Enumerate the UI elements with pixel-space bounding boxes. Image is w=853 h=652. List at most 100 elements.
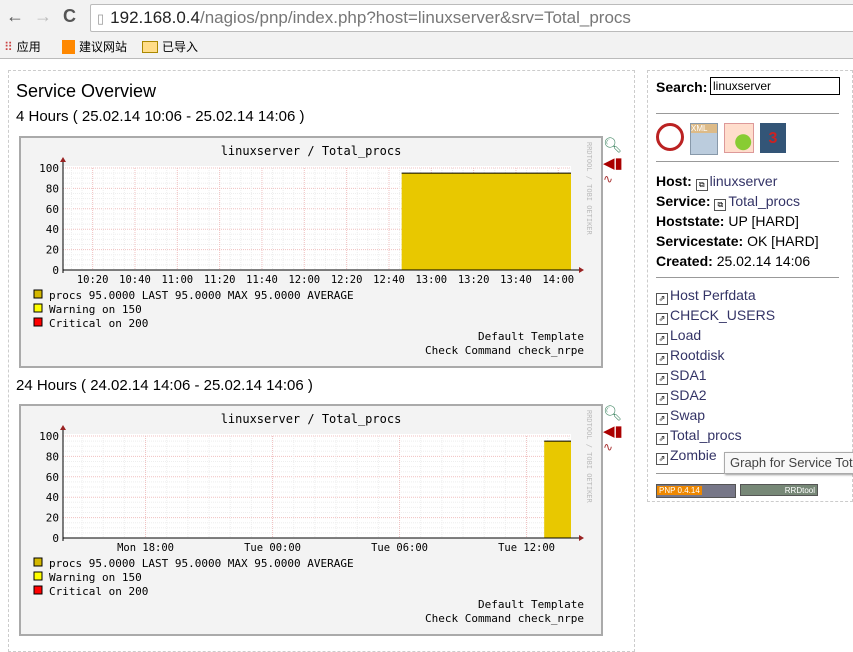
graph-footer: Default Template (478, 598, 584, 611)
service-link[interactable]: Total_procs (670, 427, 742, 443)
service-link[interactable]: Total_procs (728, 193, 800, 209)
x-tick-label: Tue 00:00 (244, 542, 301, 554)
page-title: Service Overview (16, 81, 157, 101)
bookmark-suggested[interactable]: 建议网站 (62, 38, 127, 55)
x-tick-label: 14:00 (542, 274, 574, 286)
graph-actions: 🔍︎ ◀▮ ∿ (603, 404, 625, 454)
graph-footer: Default Template (478, 330, 584, 343)
service-link[interactable]: CHECK_USERS (670, 307, 775, 323)
main-panel: Service Overview 4 Hours ( 25.02.14 10:0… (8, 70, 635, 652)
x-tick-label: 12:20 (331, 274, 363, 286)
legend-swatch (33, 585, 43, 595)
y-tick-label: 80 (46, 182, 59, 195)
bookmark-apps[interactable]: ⠿ 应用 (4, 38, 41, 55)
apps-grid-icon: ⠿ (4, 39, 13, 54)
bookmarks-bar: ⠿ 应用 建议网站 已导入 (0, 34, 853, 59)
y-tick-label: 20 (46, 512, 59, 525)
service-link[interactable]: Load (670, 327, 701, 343)
legend-swatch (33, 571, 43, 581)
y-tick-label: 0 (52, 264, 59, 277)
service-list-item[interactable]: ⇗ CHECK_USERS (656, 307, 775, 325)
sparkline-icon[interactable]: ∿ (603, 172, 625, 186)
sidebar: Search: XML 3 Host: ⧉linuxserver Service… (647, 70, 853, 502)
graph-24-hours[interactable]: linuxserver / Total_procs 0 20 40 60 80 100 Mon… (19, 404, 603, 636)
host-link[interactable]: linuxserver (710, 173, 778, 189)
service-list-item[interactable]: ⇗ SDA1 (656, 367, 707, 385)
period-title: 4 Hours ( 25.02.14 10:06 - 25.02.14 14:0… (16, 108, 305, 125)
external-link-icon: ⇗ (656, 333, 668, 345)
graph-footer: Check Command check_nrpe (425, 612, 584, 625)
legend-swatch (33, 317, 43, 327)
servicestate-value: OK [HARD] (747, 233, 819, 249)
rrdtool-badge[interactable]: RRDtool (740, 484, 818, 496)
x-tick-label: Mon 18:00 (117, 542, 174, 554)
chart-svg: linuxserver / Total_procs 0 20 40 60 80 100 10:… (33, 142, 593, 357)
legend-label: procs 95.0000 LAST 95.0000 MAX 95.0000 A… (49, 289, 354, 302)
service-list-item[interactable]: ⇗ Swap (656, 407, 705, 425)
service-link[interactable]: SDA2 (670, 387, 707, 403)
suggested-sites-icon (62, 39, 75, 54)
service-link[interactable]: Rootdisk (670, 347, 724, 363)
address-bar[interactable]: ▯ 192.168.0.4/nagios/pnp/index.php?host=l… (90, 4, 853, 32)
chart-svg: linuxserver / Total_procs 0 20 40 60 80 100 Mon… (33, 410, 593, 625)
external-link-icon: ⧉ (695, 179, 708, 191)
x-tick-label: 12:00 (288, 274, 320, 286)
bookmark-imported[interactable]: 已导入 (142, 38, 198, 55)
service-list-item[interactable]: ⇗ Rootdisk (656, 347, 724, 365)
chart-icon[interactable] (724, 123, 754, 153)
zoom-icon[interactable]: 🔍︎ (603, 136, 625, 154)
zoom-icon[interactable]: 🔍︎ (603, 404, 625, 422)
external-link-icon: ⇗ (656, 453, 668, 465)
chart-title: linuxserver / Total_procs (221, 144, 402, 158)
graph-4-hours[interactable]: linuxserver / Total_procs 0 20 40 60 80 100 10:… (19, 136, 603, 368)
x-tick-label: 11:00 (161, 274, 193, 286)
alert-horn-icon[interactable]: ◀▮ (603, 422, 625, 440)
legend-label: Warning on 150 (49, 571, 142, 584)
search-input[interactable] (710, 77, 840, 95)
x-tick-label: Tue 06:00 (371, 542, 428, 554)
legend-label: Critical on 200 (49, 317, 148, 330)
pnp-badge[interactable]: PNP 0.4.14 (656, 484, 736, 498)
series-area (401, 173, 571, 270)
x-tick-label: 10:40 (119, 274, 151, 286)
x-tick-label: 11:20 (204, 274, 236, 286)
service-list-item[interactable]: ⇗ Total_procs (656, 427, 742, 445)
x-tick-label: 13:00 (415, 274, 447, 286)
series-area (544, 441, 571, 538)
browser-toolbar: ← → C ▯ 192.168.0.4/nagios/pnp/index.php?… (0, 0, 853, 34)
x-tick-label: 13:20 (458, 274, 490, 286)
y-tick-label: 40 (46, 491, 59, 504)
graph-footer: Check Command check_nrpe (425, 344, 584, 357)
legend-label: procs 95.0000 LAST 95.0000 MAX 95.0000 A… (49, 557, 354, 570)
y-tick-label: 0 (52, 532, 59, 545)
service-list-item[interactable]: ⇗ SDA2 (656, 387, 707, 405)
service-link[interactable]: SDA1 (670, 367, 707, 383)
external-link-icon: ⇗ (656, 373, 668, 385)
legend-swatch (33, 289, 43, 299)
folder-icon (142, 40, 158, 53)
x-tick-label: 13:40 (500, 274, 532, 286)
legend-swatch (33, 303, 43, 313)
pdf-icon[interactable] (656, 123, 684, 151)
back-icon[interactable]: ← (6, 6, 24, 27)
y-tick-label: 100 (39, 162, 59, 175)
y-tick-label: 40 (46, 223, 59, 236)
service-list-item[interactable]: ⇗ Host Perfdata (656, 287, 756, 305)
reload-icon[interactable]: C (63, 6, 76, 27)
y-tick-label: 80 (46, 450, 59, 463)
forward-icon[interactable]: → (34, 6, 52, 27)
service-list-item[interactable]: ⇗ Zombie (656, 447, 717, 465)
calendar-icon[interactable]: 3 (760, 123, 786, 153)
service-link[interactable]: Host Perfdata (670, 287, 756, 303)
sparkline-icon[interactable]: ∿ (603, 440, 625, 454)
y-tick-label: 60 (46, 471, 59, 484)
page-icon: ▯ (97, 11, 105, 26)
y-tick-label: 100 (39, 430, 59, 443)
service-link[interactable]: Swap (670, 407, 705, 423)
alert-horn-icon[interactable]: ◀▮ (603, 154, 625, 172)
xml-icon[interactable]: XML (690, 123, 718, 155)
service-list-item[interactable]: ⇗ Load (656, 327, 701, 345)
service-link[interactable]: Zombie (670, 447, 717, 463)
period-title: 24 Hours ( 24.02.14 14:06 - 25.02.14 14:… (16, 377, 313, 394)
external-link-icon: ⇗ (656, 413, 668, 425)
